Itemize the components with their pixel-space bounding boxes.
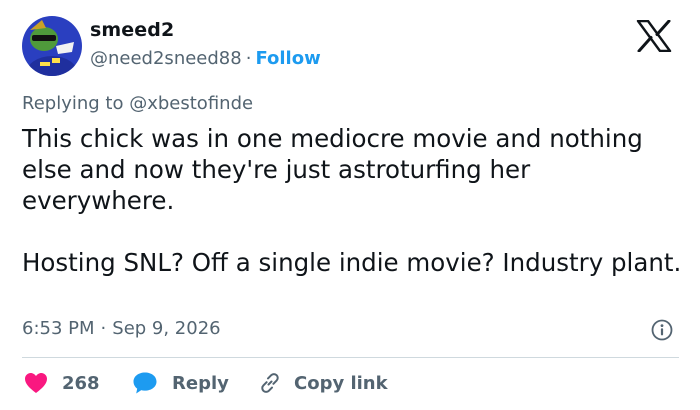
heart-icon [25,373,47,393]
like-button[interactable]: 268 [24,368,100,398]
link-icon [261,373,279,393]
date: Sep 9, 2026 [112,318,221,339]
tweet-text: This chick was in one mediocre movie and… [22,123,682,278]
copy-link-label: Copy link [294,372,388,394]
tweet-card: smeed2 @need2sneed88 · Follow Replying to … [0,0,700,410]
date-separator: · [100,318,107,339]
info-icon[interactable] [651,319,673,341]
time: 6:53 PM [22,318,95,339]
display-name[interactable]: smeed2 [90,19,174,41]
handle-row: @need2sneed88 · Follow [90,48,321,69]
handle[interactable]: @need2sneed88 [90,48,242,69]
like-count: 268 [62,372,100,394]
replying-to: Replying to @xbestofinde [22,93,253,114]
timestamp[interactable]: 6:53 PM · Sep 9, 2026 [22,318,221,339]
copy-link-button[interactable]: Copy link [258,368,388,398]
tweet-paragraph: This chick was in one mediocre movie and… [22,124,643,215]
speech-bubble-icon [133,372,157,394]
divider [22,357,679,358]
handle-separator: · [245,48,252,69]
reply-label: Reply [172,372,229,394]
tweet-paragraph: Hosting SNL? Off a single indie movie? I… [22,248,682,277]
action-bar: 268 Reply Copy link [22,368,682,398]
avatar[interactable] [22,16,82,76]
replying-mention[interactable]: @xbestofinde [129,93,253,114]
follow-button[interactable]: Follow [255,48,320,69]
x-logo-icon[interactable] [636,19,672,53]
reply-button[interactable]: Reply [132,368,229,398]
replying-prefix: Replying to [22,93,124,114]
